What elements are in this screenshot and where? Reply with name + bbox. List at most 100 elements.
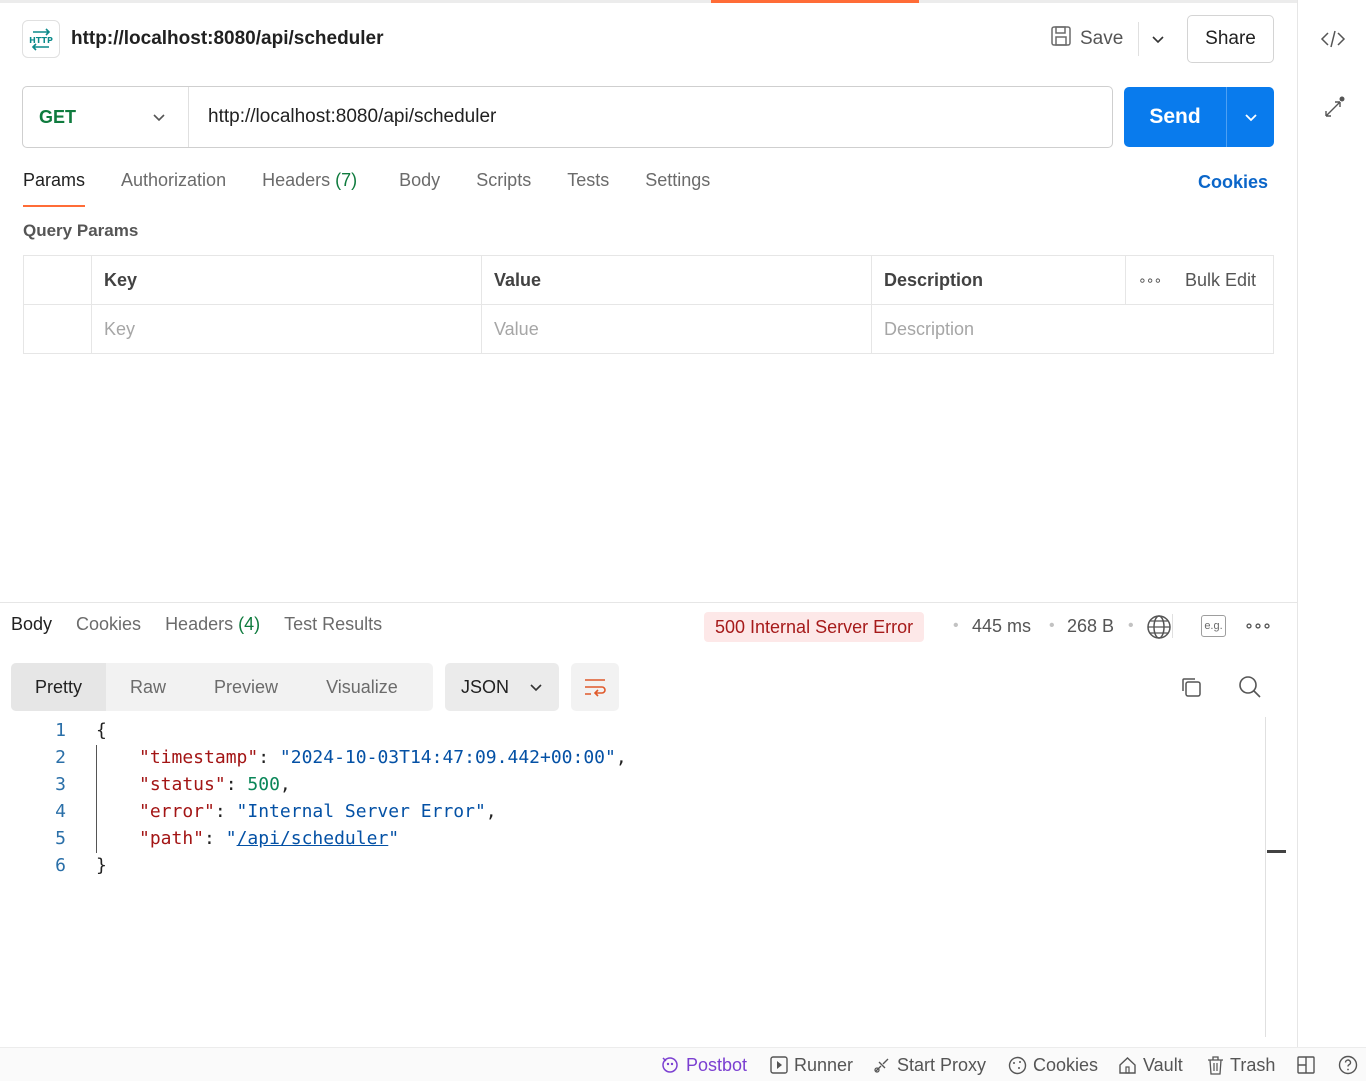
more-options-icon[interactable]: ∘∘∘ [1244,616,1272,636]
cookies-link[interactable]: Cookies [1198,172,1268,193]
send-options-button[interactable] [1226,87,1274,147]
svg-text:HTTP: HTTP [29,36,53,45]
params-table-header: Key Value Description ∘∘∘ Bulk Edit [24,256,1273,305]
response-divider[interactable] [0,602,1297,603]
cookie-icon [1008,1056,1027,1074]
globe-icon[interactable] [1144,612,1174,642]
tab-params[interactable]: Params [23,170,86,207]
status-bar: Postbot Runner Start Proxy Cookies Vault… [0,1047,1366,1081]
right-sidebar [1297,0,1366,1047]
chevron-down-icon [530,684,542,692]
path-link[interactable]: /api/scheduler [237,828,389,849]
response-tab-body[interactable]: Body [11,614,52,648]
params-table-row: Key Value Description [24,305,1273,354]
view-visualize[interactable]: Visualize [302,663,422,711]
save-example-button[interactable]: e.g. [1201,615,1226,637]
save-options-button[interactable] [1138,22,1176,56]
code-line: 1{ [55,720,107,741]
code-icon[interactable] [1318,24,1348,54]
wrap-lines-button[interactable] [571,663,619,711]
checkbox-column [24,256,91,304]
chevron-down-icon [1151,36,1164,44]
proxy-icon [874,1058,889,1073]
request-tabs: Params Authorization Headers (7) Body Sc… [23,170,746,207]
response-tabs: Body Cookies Headers (4) Test Results [11,614,406,648]
related-collections-icon[interactable] [1318,94,1348,124]
scrollbar-thumb[interactable] [1267,850,1286,853]
code-line: 6} [55,855,107,876]
response-tab-test-results[interactable]: Test Results [284,614,382,648]
more-options-icon[interactable]: ∘∘∘ [1138,272,1162,289]
url-input[interactable]: http://localhost:8080/api/scheduler [189,106,496,128]
chevron-down-icon [153,114,165,122]
http-request-icon: HTTP [22,20,60,58]
trash-icon [1208,1055,1223,1075]
code-line: 2 "timestamp": "2024-10-03T14:47:09.442+0… [55,747,627,768]
key-input[interactable]: Key [91,305,481,354]
editor-scrollbar[interactable] [1265,717,1266,1037]
top-border [0,0,1298,3]
chevron-down-icon [1244,114,1257,122]
description-input[interactable]: Description [871,305,1275,354]
start-proxy-button[interactable]: Start Proxy [873,1048,986,1081]
code-line: 5 "path": "/api/scheduler " [55,828,400,849]
send-button[interactable]: Send [1124,87,1226,147]
layout-toggle-icon[interactable] [1297,1048,1315,1081]
key-column-header: Key [91,256,481,304]
bulk-edit-button[interactable]: Bulk Edit [1185,270,1256,291]
query-params-label: Query Params [23,221,139,240]
format-label: JSON [461,676,510,697]
response-time[interactable]: 445 ms [972,616,1031,637]
row-checkbox-cell [24,305,91,354]
help-icon[interactable] [1338,1048,1358,1081]
response-tab-headers[interactable]: Headers (4) [165,614,260,648]
save-button[interactable]: Save [1050,22,1123,56]
response-size[interactable]: 268 B [1067,616,1114,637]
tab-settings[interactable]: Settings [645,170,710,207]
params-table: Key Value Description ∘∘∘ Bulk Edit Key … [23,255,1274,354]
view-preview[interactable]: Preview [190,663,302,711]
trash-button[interactable]: Trash [1207,1048,1275,1081]
tab-authorization[interactable]: Authorization [121,170,226,207]
active-tab-indicator [711,0,919,3]
vault-button[interactable]: Vault [1118,1048,1183,1081]
save-label: Save [1080,28,1124,49]
tab-headers[interactable]: Headers (7) [262,170,357,207]
divider [1172,614,1173,638]
copy-icon[interactable] [1176,672,1206,702]
home-vault-icon [1119,1056,1136,1074]
value-column-header: Value [481,256,871,304]
view-raw[interactable]: Raw [106,663,190,711]
search-icon[interactable] [1235,672,1265,702]
postbot-button[interactable]: Postbot [660,1048,747,1081]
runner-button[interactable]: Runner [770,1048,853,1081]
status-badge[interactable]: 500 Internal Server Error [704,612,925,642]
postbot-icon [662,1057,678,1073]
cookies-button[interactable]: Cookies [1008,1048,1098,1081]
response-tab-cookies[interactable]: Cookies [76,614,141,648]
play-icon [770,1056,788,1074]
tab-tests[interactable]: Tests [567,170,609,207]
indent-guide [96,745,97,853]
description-column-header: Description [871,256,1125,304]
separator-dot: • [953,617,959,634]
method-select[interactable]: GET [23,87,189,147]
request-title[interactable]: http://localhost:8080/api/scheduler [71,28,384,50]
tab-body[interactable]: Body [399,170,440,207]
view-mode-bar: Pretty Raw Preview Visualize [11,663,433,711]
format-select[interactable]: JSON [445,663,559,711]
code-line: 4 "error": "Internal Server Error", [55,801,497,822]
wrap-lines-icon [585,679,606,697]
tab-scripts[interactable]: Scripts [476,170,531,207]
send-button-group: Send [1124,87,1274,147]
value-input[interactable]: Value [481,305,871,354]
method-label: GET [39,106,77,127]
url-bar: GET http://localhost:8080/api/scheduler [22,86,1113,148]
bulk-edit-area: ∘∘∘ Bulk Edit [1125,256,1275,304]
view-pretty[interactable]: Pretty [11,663,107,711]
share-button[interactable]: Share [1187,15,1274,63]
save-icon [1050,25,1072,53]
separator-dot: • [1128,617,1134,634]
separator-dot: • [1049,617,1055,634]
code-line: 3 "status": 500, [55,774,291,795]
